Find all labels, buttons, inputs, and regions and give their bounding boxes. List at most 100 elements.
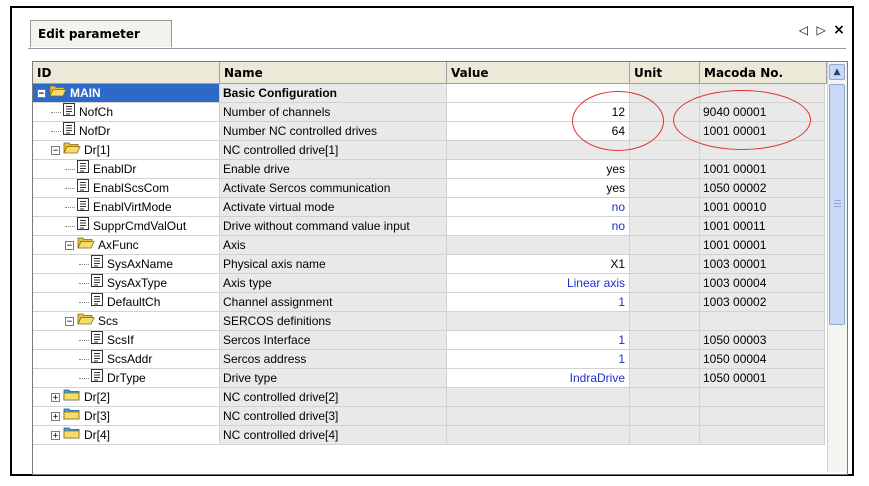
row-id-label: ScsIf — [107, 333, 134, 347]
cell-value[interactable]: yes — [447, 179, 630, 198]
cell-id[interactable]: EnablVirtMode — [33, 198, 220, 217]
cell-id[interactable]: ScsAddr — [33, 350, 220, 369]
close-icon[interactable]: × — [832, 22, 846, 38]
scroll-up-icon[interactable]: ▲ — [829, 64, 845, 80]
row-id-label: SysAxType — [107, 276, 168, 290]
table-row[interactable]: + Dr[4] NC controlled drive[4] — [33, 426, 827, 445]
column-header-name[interactable]: Name — [220, 62, 447, 84]
cell-id[interactable]: SysAxType — [33, 274, 220, 293]
scroll-left-icon[interactable]: ◁ — [796, 23, 810, 37]
scroll-right-icon[interactable]: ▷ — [814, 23, 828, 37]
annotation-ellipse-macoda — [673, 90, 811, 150]
table-row[interactable]: SupprCmdValOut Drive without command valu… — [33, 217, 827, 236]
row-id-label: DrType — [107, 371, 146, 385]
cell-unit — [630, 198, 700, 217]
cell-unit — [630, 369, 700, 388]
expand-icon[interactable]: + — [51, 393, 60, 403]
table-row[interactable]: − Scs SERCOS definitions — [33, 312, 827, 331]
cell-value[interactable] — [447, 236, 630, 255]
cell-id[interactable]: − Scs — [33, 312, 220, 331]
cell-unit — [630, 350, 700, 369]
cell-value[interactable]: 1 — [447, 331, 630, 350]
table-row[interactable]: + Dr[3] NC controlled drive[3] — [33, 407, 827, 426]
cell-macoda — [700, 407, 825, 426]
cell-id[interactable]: SysAxName — [33, 255, 220, 274]
table-row[interactable]: EnablDr Enable drive yes 1001 00001 — [33, 160, 827, 179]
scroll-thumb[interactable] — [829, 84, 845, 325]
cell-value[interactable]: yes — [447, 160, 630, 179]
cell-macoda: 1050 00003 — [700, 331, 825, 350]
cell-value[interactable]: 1 — [447, 293, 630, 312]
cell-value[interactable]: IndraDrive — [447, 369, 630, 388]
table-row[interactable]: EnablVirtMode Activate virtual mode no 1001… — [33, 198, 827, 217]
row-id-label: EnablVirtMode — [93, 200, 172, 214]
cell-value[interactable]: 1 — [447, 350, 630, 369]
document-icon — [77, 160, 93, 178]
cell-id[interactable]: + Dr[3] — [33, 407, 220, 426]
document-icon — [77, 179, 93, 197]
cell-id[interactable]: ScsIf — [33, 331, 220, 350]
cell-id[interactable]: − MAIN — [33, 84, 220, 103]
table-row[interactable]: EnablScsCom Activate Sercos communication… — [33, 179, 827, 198]
cell-name: Activate virtual mode — [220, 198, 447, 217]
table-row[interactable]: SysAxType Axis type Linear axis 1003 00004 — [33, 274, 827, 293]
cell-value[interactable]: X1 — [447, 255, 630, 274]
tab-edit-parameter[interactable]: Edit parameter — [30, 20, 172, 47]
folder-icon — [63, 388, 84, 406]
table-row[interactable]: DefaultCh Channel assignment 1 1003 00002 — [33, 293, 827, 312]
cell-unit — [630, 312, 700, 331]
table-row[interactable]: − AxFunc Axis 1001 00001 — [33, 236, 827, 255]
table-row[interactable]: ScsIf Sercos Interface 1 1050 00003 — [33, 331, 827, 350]
cell-macoda: 1050 00004 — [700, 350, 825, 369]
cell-id[interactable]: SupprCmdValOut — [33, 217, 220, 236]
cell-id[interactable]: EnablDr — [33, 160, 220, 179]
row-id-label: SysAxName — [107, 257, 174, 271]
row-id-label: SupprCmdValOut — [93, 219, 187, 233]
cell-name: Basic Configuration — [220, 84, 447, 103]
cell-value[interactable] — [447, 407, 630, 426]
table-row[interactable]: ScsAddr Sercos address 1 1050 00004 — [33, 350, 827, 369]
cell-id[interactable]: DrType — [33, 369, 220, 388]
cell-id[interactable]: DefaultCh — [33, 293, 220, 312]
cell-id[interactable]: EnablScsCom — [33, 179, 220, 198]
row-id-label: Dr[3] — [84, 409, 111, 423]
column-header-id[interactable]: ID — [33, 62, 220, 84]
collapse-icon[interactable]: − — [37, 89, 46, 99]
collapse-icon[interactable]: − — [65, 317, 74, 327]
table-row[interactable]: + Dr[2] NC controlled drive[2] — [33, 388, 827, 407]
cell-unit — [630, 160, 700, 179]
cell-id[interactable]: − Dr[1] — [33, 141, 220, 160]
column-header-macoda[interactable]: Macoda No. — [700, 62, 827, 84]
row-id-label: EnablDr — [93, 162, 137, 176]
document-icon — [91, 293, 107, 311]
collapse-icon[interactable]: − — [51, 146, 60, 156]
cell-name: Drive type — [220, 369, 447, 388]
cell-id[interactable]: + Dr[2] — [33, 388, 220, 407]
cell-value[interactable] — [447, 312, 630, 331]
cell-value[interactable] — [447, 426, 630, 445]
column-header-unit[interactable]: Unit — [630, 62, 700, 84]
collapse-icon[interactable]: − — [65, 241, 74, 251]
document-icon — [77, 198, 93, 216]
cell-value[interactable]: no — [447, 217, 630, 236]
row-id-label: Scs — [98, 314, 119, 328]
expand-icon[interactable]: + — [51, 412, 60, 422]
cell-id[interactable]: + Dr[4] — [33, 426, 220, 445]
cell-value[interactable]: no — [447, 198, 630, 217]
table-row[interactable]: DrType Drive type IndraDrive 1050 00001 — [33, 369, 827, 388]
table-row[interactable]: SysAxName Physical axis name X1 1003 00001 — [33, 255, 827, 274]
document-icon — [91, 369, 107, 387]
row-id-label: Dr[4] — [84, 428, 111, 442]
cell-value[interactable] — [447, 388, 630, 407]
vertical-scrollbar[interactable]: ▲ — [827, 62, 847, 472]
cell-id[interactable]: NofCh — [33, 103, 220, 122]
expand-icon[interactable]: + — [51, 431, 60, 441]
cell-name: NC controlled drive[2] — [220, 388, 447, 407]
row-id-label: ScsAddr — [107, 352, 153, 366]
cell-id[interactable]: − AxFunc — [33, 236, 220, 255]
cell-id[interactable]: NofDr — [33, 122, 220, 141]
column-header-value[interactable]: Value — [447, 62, 630, 84]
row-id-label: Dr[1] — [84, 143, 111, 157]
cell-value[interactable]: Linear axis — [447, 274, 630, 293]
cell-macoda: 1003 00001 — [700, 255, 825, 274]
